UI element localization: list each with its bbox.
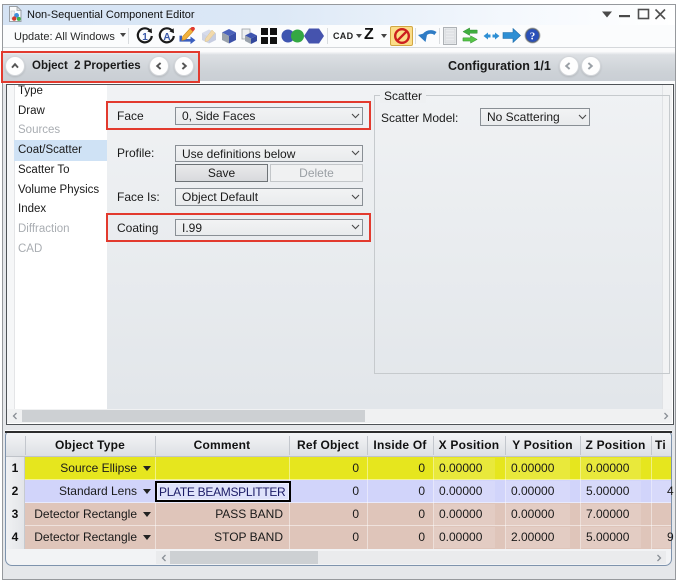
svg-text:?: ? [530, 31, 536, 43]
svg-text:1: 1 [142, 32, 148, 43]
svg-text:A: A [163, 32, 170, 43]
